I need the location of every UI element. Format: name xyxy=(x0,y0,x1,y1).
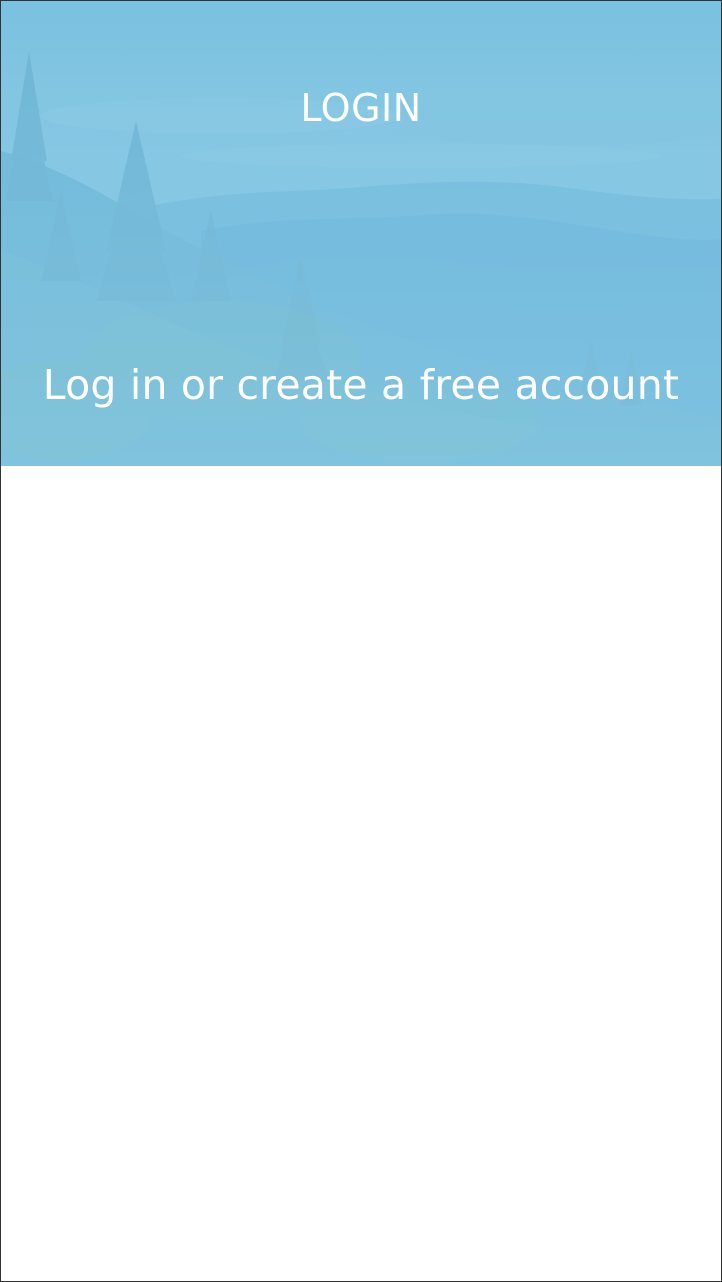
page-title: LOGIN xyxy=(300,86,422,130)
page-subtitle: Log in or create a free account xyxy=(42,361,680,409)
login-screen: LOGIN Log in or create a free account xyxy=(0,0,722,1282)
content-area xyxy=(1,466,721,1281)
header-banner: LOGIN Log in or create a free account xyxy=(1,1,721,466)
